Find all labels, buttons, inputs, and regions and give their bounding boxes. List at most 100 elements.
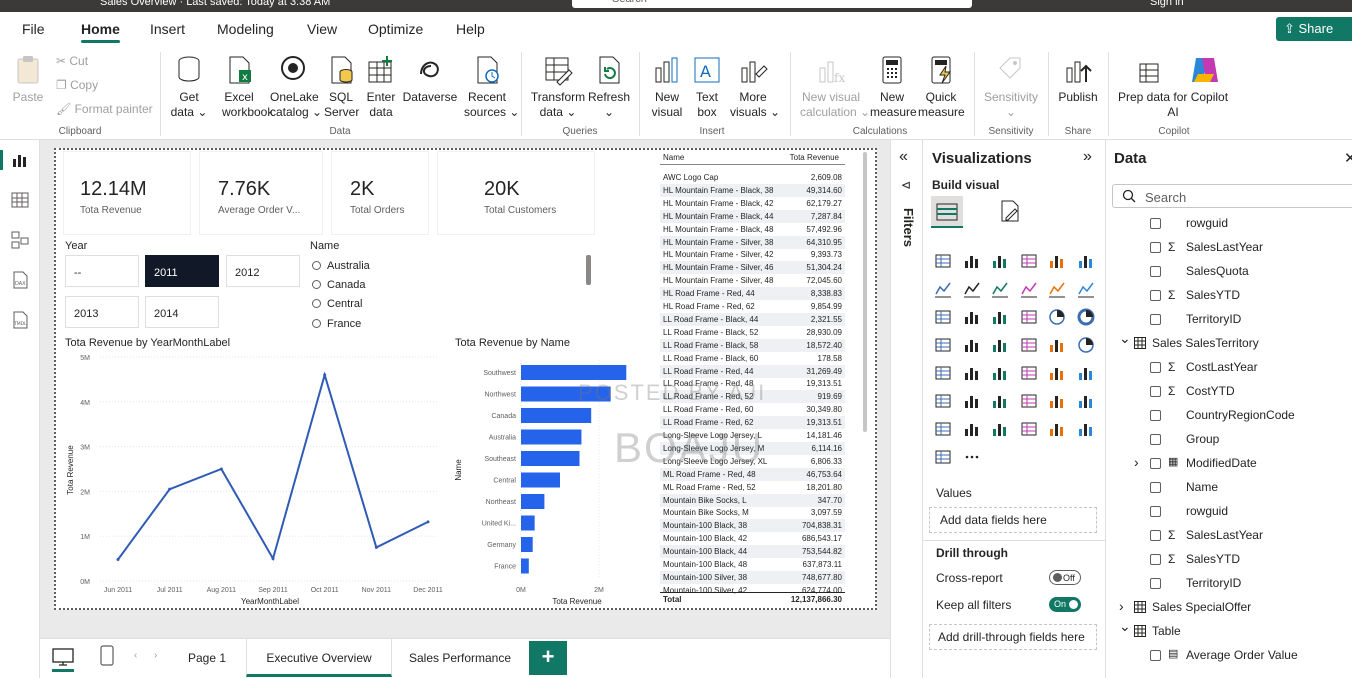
field-checkbox[interactable] [1150, 434, 1161, 445]
line-and-stacked-column-icon[interactable] [1048, 280, 1066, 298]
paginated-report-icon[interactable] [1077, 392, 1095, 410]
get-data-button[interactable]: Get data ⌄ [168, 54, 210, 120]
prev-page-icon[interactable]: ‹ [134, 650, 137, 661]
report-view-icon[interactable] [10, 150, 30, 170]
format-painter-button[interactable]: 🖌 Format painter [56, 102, 153, 116]
tmdl-view-icon[interactable]: TMDL [10, 310, 30, 330]
table-row[interactable]: HL Mountain Frame - Black, 48 57,492.96 [660, 223, 845, 236]
table-row[interactable]: Mountain Bike Socks, M 3,097.59 [660, 506, 845, 519]
year-tile[interactable]: 2013 [65, 296, 139, 328]
field-table-row[interactable]: ⌄ Table [1106, 618, 1352, 642]
name-option[interactable]: Australia [312, 260, 370, 272]
gauge-icon[interactable] [1077, 336, 1095, 354]
year-tile-selected[interactable]: 2011 [145, 255, 219, 287]
cross-report-toggle[interactable]: Off [1049, 570, 1081, 585]
name-option[interactable]: Canada [312, 279, 366, 291]
transform-data-button[interactable]: Transform data ⌄ [530, 54, 586, 120]
field-row[interactable]: Σ SalesYTD [1106, 550, 1352, 570]
table-row[interactable]: LL Road Frame - Black, 44 2,321.55 [660, 312, 845, 326]
field-table-row[interactable]: ⌄ Sales SalesTerritory [1106, 330, 1352, 354]
field-checkbox[interactable] [1150, 410, 1161, 421]
desktop-layout-icon[interactable] [52, 648, 74, 666]
donut-chart-icon[interactable] [1077, 308, 1095, 326]
stacked-column-chart-icon[interactable] [963, 252, 981, 270]
treemap-icon[interactable] [934, 336, 952, 354]
paste-button[interactable]: Paste [12, 54, 44, 105]
text-box-button[interactable]: A Text box [692, 54, 722, 120]
data-search-box[interactable]: Search [1112, 184, 1352, 208]
kpi-card-total-revenue[interactable]: 12.14M Tota Revenue [64, 152, 190, 234]
model-view-icon[interactable] [10, 230, 30, 250]
field-checkbox[interactable] [1150, 314, 1161, 325]
get-more-visuals-icon[interactable] [934, 448, 952, 466]
field-table-row[interactable]: › Sales SpecialOffer [1106, 598, 1352, 618]
shape-map-icon[interactable] [1020, 336, 1038, 354]
field-checkbox[interactable] [1150, 242, 1161, 253]
slicer-scrollbar[interactable] [586, 255, 591, 285]
waterfall-chart-icon[interactable] [963, 308, 981, 326]
matrix-icon[interactable] [1048, 364, 1066, 382]
key-influencers-icon[interactable] [963, 392, 981, 410]
100-stacked-area-chart-icon[interactable] [1020, 280, 1038, 298]
field-row[interactable]: › ▦ ModifiedDate [1106, 454, 1352, 474]
tab-view[interactable]: View [307, 21, 337, 37]
azure-map-icon[interactable] [1048, 336, 1066, 354]
chevron-down-icon[interactable]: ⌄ [1119, 330, 1131, 347]
keep-filters-toggle[interactable]: On [1049, 597, 1081, 612]
format-visual-tab[interactable] [997, 198, 1027, 228]
field-row[interactable]: TerritoryID [1106, 310, 1352, 330]
pie-chart-icon[interactable] [1048, 308, 1066, 326]
area-chart-icon[interactable] [963, 280, 981, 298]
field-row[interactable]: Σ CostYTD [1106, 382, 1352, 402]
table-row[interactable]: Mountain Bike Socks, L 347.70 [660, 493, 845, 507]
card-icon[interactable] [934, 364, 952, 382]
qa-icon[interactable] [1020, 392, 1038, 410]
page-tab[interactable]: Sales Performance [396, 639, 524, 677]
field-row[interactable]: Name [1106, 478, 1352, 498]
field-row[interactable]: TerritoryID [1106, 574, 1352, 594]
table-row[interactable]: Mountain-100 Black, 42 686,543.17 [660, 532, 845, 545]
table-row[interactable]: HL Mountain Frame - Silver, 38 64,310.95 [660, 235, 845, 249]
share-button[interactable]: ⇪ Share [1276, 17, 1352, 41]
prep-data-copilot-button[interactable]: Prep data for Copilot AI [1118, 54, 1228, 120]
revenue-table[interactable]: Name Tota Revenue AWC Logo Cap 2,609.08 HL… [660, 150, 867, 608]
page-tab-active[interactable]: Executive Overview [246, 639, 392, 677]
field-checkbox[interactable] [1150, 362, 1161, 373]
year-tile[interactable]: -- [65, 255, 139, 287]
field-row[interactable]: rowguid [1106, 502, 1352, 522]
add-page-button[interactable]: + [529, 641, 567, 675]
table-row[interactable]: LL Road Frame - Black, 60 178.58 [660, 352, 845, 365]
new-measure-button[interactable]: New measure [870, 54, 917, 120]
map-icon[interactable] [963, 336, 981, 354]
clustered-bar-chart-icon[interactable] [991, 252, 1009, 270]
dataverse-button[interactable]: Dataverse [402, 54, 458, 105]
expand-filters-icon[interactable]: « [899, 148, 908, 166]
table-row[interactable]: Mountain-100 Black, 48 637,873.11 [660, 558, 845, 571]
sign-in-link[interactable]: Sign in [1150, 0, 1184, 8]
table-view-icon[interactable] [10, 190, 30, 210]
mobile-layout-icon[interactable] [100, 645, 114, 667]
line-chart[interactable]: 0M 1M 2M 3M 4M 5M Jun 2011 Jul 2011 Aug 2011 Sep … [60, 350, 450, 608]
table-scrollbar[interactable] [863, 152, 867, 432]
table-row[interactable]: HL Mountain Frame - Black, 42 62,179.27 [660, 197, 845, 210]
table-icon[interactable] [1020, 364, 1038, 382]
smart-narrative-icon[interactable] [1048, 392, 1066, 410]
field-checkbox[interactable] [1150, 482, 1161, 493]
field-checkbox[interactable] [1150, 506, 1161, 517]
table-row[interactable]: HL Mountain Frame - Black, 44 7,287.84 [660, 209, 845, 223]
field-row[interactable]: rowguid [1106, 214, 1352, 234]
table-row[interactable]: LL Road Frame - Red, 44 31,269.49 [660, 364, 845, 378]
more-visuals-button[interactable]: More visuals ⌄ [730, 54, 780, 120]
scatter-chart-icon[interactable] [1020, 308, 1038, 326]
field-checkbox[interactable] [1150, 554, 1161, 565]
field-row[interactable]: Σ SalesYTD [1106, 286, 1352, 306]
tab-file[interactable]: File [22, 21, 45, 37]
column-header-revenue[interactable]: Tota Revenue [790, 153, 839, 162]
kpi-card-total-customers[interactable]: 20K Total Customers [438, 152, 594, 234]
kpi-icon[interactable] [963, 364, 981, 382]
build-visual-tab[interactable] [931, 196, 963, 228]
field-checkbox[interactable] [1150, 386, 1161, 397]
dax-query-view-icon[interactable]: DAX [10, 270, 30, 290]
ribbon-chart-icon[interactable] [934, 308, 952, 326]
onelake-catalog-button[interactable]: OneLake catalog ⌄ [270, 54, 322, 120]
